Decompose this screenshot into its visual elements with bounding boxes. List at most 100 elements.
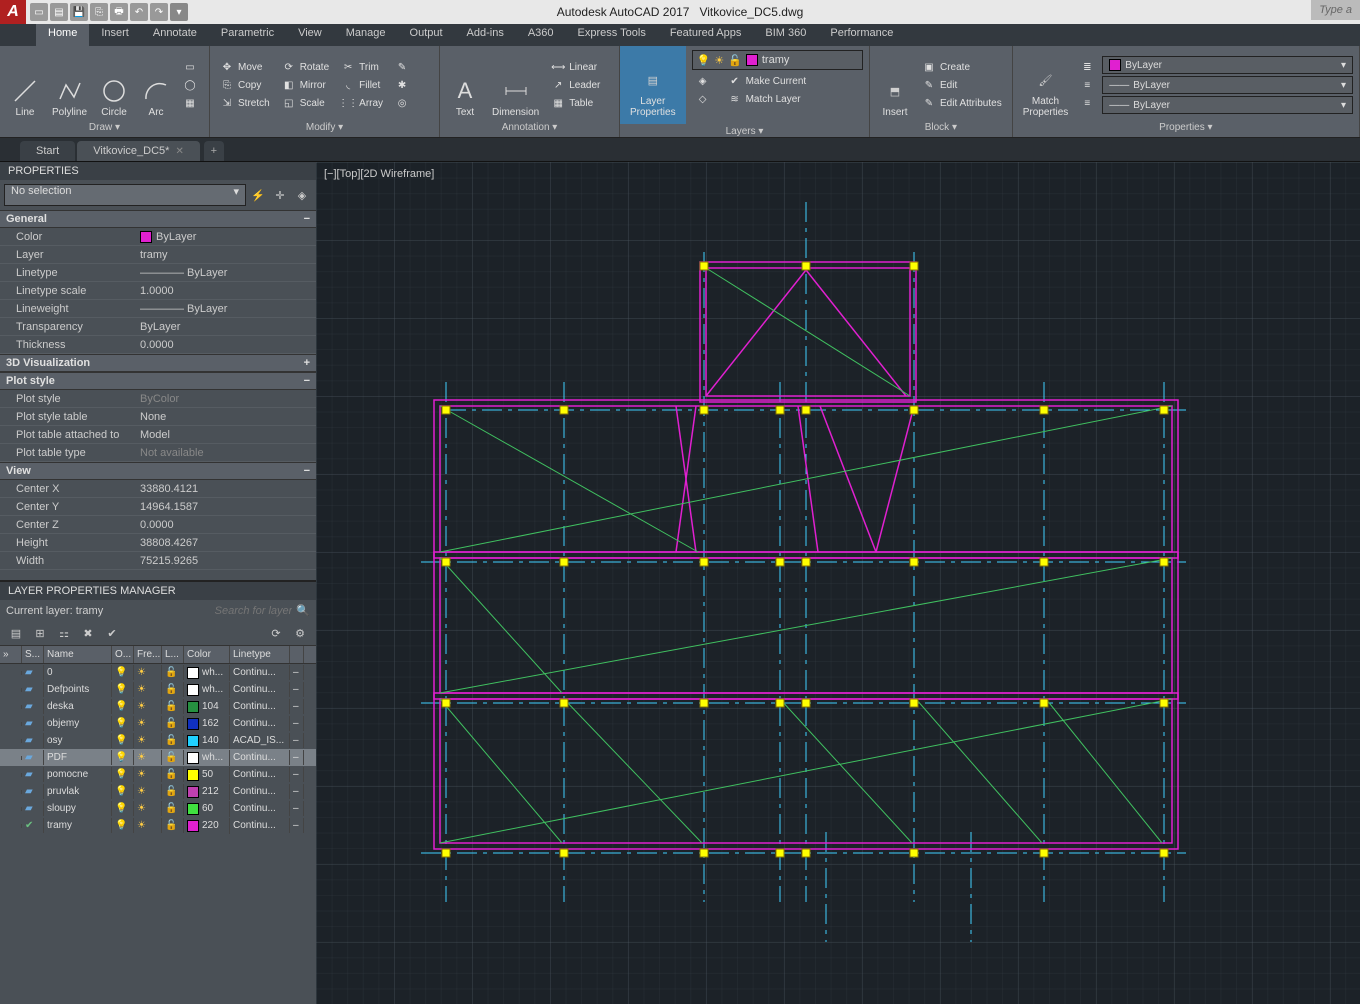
property-row[interactable]: Linetype scale1.0000 [0, 282, 316, 300]
property-row[interactable]: Width75215.9265 [0, 552, 316, 570]
quickselect-icon[interactable]: ⚡ [248, 185, 268, 205]
section-view[interactable]: View− [0, 462, 316, 480]
section-3d-viz[interactable]: 3D Visualization+ [0, 354, 316, 372]
layer-row[interactable]: ▰ deska 💡 ☀ 🔓 104 Continu... – [0, 698, 316, 715]
tab-add-button[interactable]: + [204, 141, 224, 161]
section-general[interactable]: General− [0, 210, 316, 228]
stretch-button[interactable]: ⇲Stretch [216, 95, 274, 111]
property-row[interactable]: Plot style tableNone [0, 408, 316, 426]
layer-combo[interactable]: 💡 ☀ 🔓 tramy [692, 50, 863, 70]
drawing-canvas[interactable]: [−][Top][2D Wireframe] [316, 162, 1360, 1004]
qat-open-icon[interactable]: ▤ [50, 3, 68, 21]
insert-button[interactable]: ⬒Insert [876, 50, 914, 120]
select-objects-icon[interactable]: ✛ [270, 185, 290, 205]
panel-annotation-title[interactable]: Annotation ▾ [446, 120, 613, 133]
ribbon-tab-addins[interactable]: Add-ins [455, 24, 516, 46]
layer-delete-icon[interactable]: ✖ [78, 623, 98, 643]
panel-block-title[interactable]: Block ▾ [876, 120, 1006, 133]
section-plot[interactable]: Plot style− [0, 372, 316, 390]
qat-save-icon[interactable]: 💾 [70, 3, 88, 21]
match-prop-button[interactable]: 🖌Match Properties [1019, 50, 1073, 120]
layer-mgr-header[interactable]: LAYER PROPERTIES MANAGER [0, 582, 316, 600]
scale-button[interactable]: ◱Scale [278, 95, 333, 111]
panel-modify-title[interactable]: Modify ▾ [216, 120, 433, 133]
toggle-pickadd-icon[interactable]: ◈ [292, 185, 312, 205]
property-row[interactable]: TransparencyByLayer [0, 318, 316, 336]
layer-state-icon[interactable]: ⚏ [54, 623, 74, 643]
lineweight-combo[interactable]: —— ByLayer▾ [1102, 76, 1353, 94]
panel-properties-title[interactable]: Properties ▾ [1019, 120, 1353, 133]
draw-extra1[interactable]: ▭ [179, 59, 201, 75]
match-layer-button[interactable]: ≋Match Layer [724, 91, 811, 107]
settings-icon[interactable]: ⚙ [290, 623, 310, 643]
qat-undo-icon[interactable]: ↶ [130, 3, 148, 21]
edit-block-button[interactable]: ✎Edit [918, 77, 1006, 93]
table-button[interactable]: ▦Table [547, 95, 604, 111]
layer-filter-icon[interactable]: ⊞ [30, 623, 50, 643]
ribbon-tab-insert[interactable]: Insert [89, 24, 141, 46]
layer-row[interactable]: ▰ objemy 💡 ☀ 🔓 162 Continu... – [0, 715, 316, 732]
trim-button[interactable]: ✂Trim [337, 59, 387, 75]
qat-redo-icon[interactable]: ↷ [150, 3, 168, 21]
color-combo[interactable]: ByLayer▾ [1102, 56, 1353, 74]
properties-panel-header[interactable]: PROPERTIES [0, 162, 316, 180]
layer-row[interactable]: ▰ osy 💡 ☀ 🔓 140 ACAD_IS... – [0, 732, 316, 749]
layer-properties-button[interactable]: ▤Layer Properties [626, 50, 680, 120]
panel-layers-title[interactable]: Layers ▾ [620, 124, 869, 137]
make-current-button[interactable]: ✔Make Current [724, 73, 811, 89]
refresh-icon[interactable]: ⟳ [266, 623, 286, 643]
move-button[interactable]: ✥Move [216, 59, 274, 75]
ribbon-tab-manage[interactable]: Manage [334, 24, 398, 46]
modify-extra2[interactable]: ✱ [391, 77, 413, 93]
property-row[interactable]: Plot table attached toModel [0, 426, 316, 444]
circle-button[interactable]: Circle [95, 50, 133, 120]
edit-attributes-button[interactable]: ✎Edit Attributes [918, 95, 1006, 111]
line-button[interactable]: Line [6, 50, 44, 120]
ribbon-tab-view[interactable]: View [286, 24, 334, 46]
viewport-label[interactable]: [−][Top][2D Wireframe] [324, 168, 434, 180]
property-row[interactable]: Layertramy [0, 246, 316, 264]
app-logo[interactable]: A [0, 0, 26, 24]
selection-dropdown[interactable]: No selection▾ [4, 184, 246, 206]
leader-button[interactable]: ↗Leader [547, 77, 604, 93]
prop-layers-icon2[interactable]: ≡ [1076, 77, 1098, 93]
ribbon-tab-featured[interactable]: Featured Apps [658, 24, 754, 46]
close-icon[interactable]: ✕ [175, 146, 183, 157]
rotate-button[interactable]: ⟳Rotate [278, 59, 333, 75]
layer-tool1[interactable]: ◈ [692, 73, 714, 89]
ribbon-tab-home[interactable]: Home [36, 24, 89, 46]
create-block-button[interactable]: ▣Create [918, 59, 1006, 75]
arc-button[interactable]: Arc [137, 50, 175, 120]
property-row[interactable]: Lineweight———— ByLayer [0, 300, 316, 318]
property-row[interactable]: Plot table typeNot available [0, 444, 316, 462]
layer-row[interactable]: ✔ tramy 💡 ☀ 🔓 220 Continu... – [0, 817, 316, 834]
layer-new-icon[interactable]: ▤ [6, 623, 26, 643]
fillet-button[interactable]: ◟Fillet [337, 77, 387, 93]
layer-row[interactable]: ▰ PDF 💡 ☀ 🔓 wh... Continu... – [0, 749, 316, 766]
linetype-combo[interactable]: —— ByLayer▾ [1102, 96, 1353, 114]
ribbon-tab-express[interactable]: Express Tools [566, 24, 658, 46]
polyline-button[interactable]: Polyline [48, 50, 91, 120]
modify-extra3[interactable]: ◎ [391, 95, 413, 111]
qat-saveas-icon[interactable]: ⎘ [90, 3, 108, 21]
layer-row[interactable]: ▰ 0 💡 ☀ 🔓 wh... Continu... – [0, 664, 316, 681]
property-row[interactable]: Center X33880.4121 [0, 480, 316, 498]
layer-current-icon[interactable]: ✔ [102, 623, 122, 643]
layer-search-input[interactable] [172, 605, 292, 617]
modify-extra1[interactable]: ✎ [391, 59, 413, 75]
property-row[interactable]: Height38808.4267 [0, 534, 316, 552]
layer-tool2[interactable]: ◇ [692, 91, 714, 107]
help-search-input[interactable]: Type a [1311, 0, 1360, 20]
dimension-button[interactable]: Dimension [488, 50, 543, 120]
search-icon[interactable]: 🔍 [296, 604, 310, 617]
layer-row[interactable]: ▰ pomocne 💡 ☀ 🔓 50 Continu... – [0, 766, 316, 783]
property-row[interactable]: Center Z0.0000 [0, 516, 316, 534]
draw-extra2[interactable]: ◯ [179, 77, 201, 93]
qat-print-icon[interactable]: 🖶 [110, 3, 128, 21]
ribbon-tab-output[interactable]: Output [398, 24, 455, 46]
array-button[interactable]: ⋮⋮Array [337, 95, 387, 111]
prop-layers-icon3[interactable]: ≡ [1076, 95, 1098, 111]
layer-row[interactable]: ▰ pruvlak 💡 ☀ 🔓 212 Continu... – [0, 783, 316, 800]
qat-more-icon[interactable]: ▾ [170, 3, 188, 21]
ribbon-tab-a360[interactable]: A360 [516, 24, 566, 46]
